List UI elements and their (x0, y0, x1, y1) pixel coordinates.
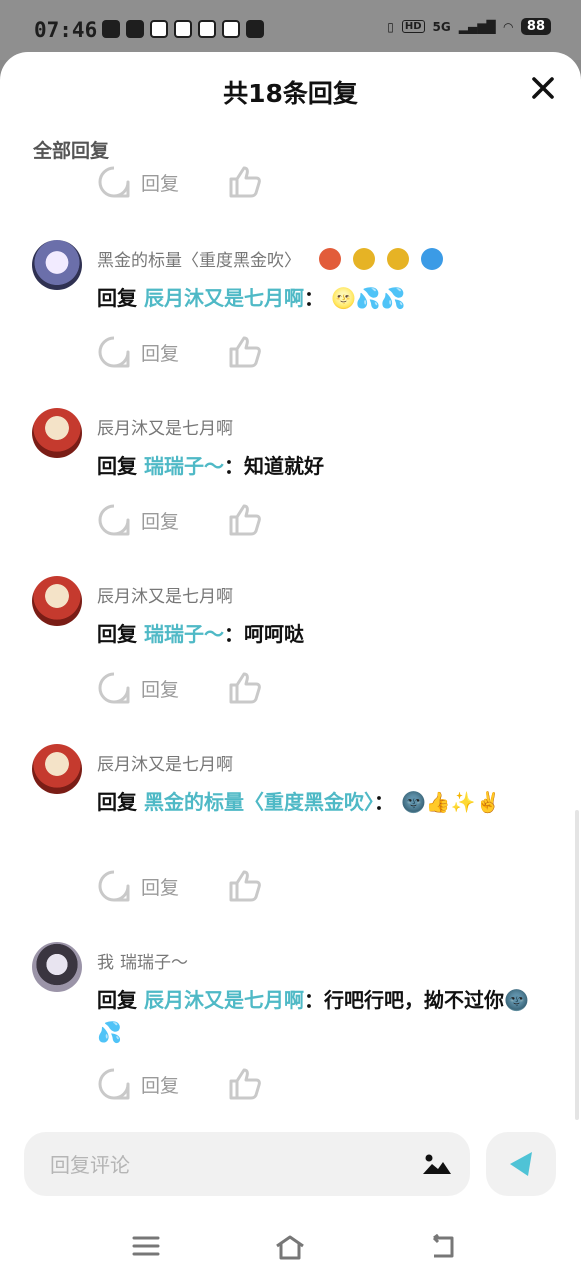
comment-username[interactable]: 我 瑞瑞子～ (97, 948, 188, 973)
thumbs-up-icon (229, 870, 261, 902)
scrollbar[interactable] (575, 810, 579, 1120)
thumbs-up-icon (229, 672, 261, 704)
system-nav-bar (0, 1224, 581, 1280)
comment-bubble-icon (98, 1068, 130, 1100)
comment-actions: 回复 (97, 670, 263, 706)
network-label: 5G (432, 19, 451, 34)
reply-button[interactable]: 回复 (97, 503, 179, 537)
page-title: 共18条回复 (223, 79, 358, 108)
comment-username[interactable]: 辰月沐又是七月啊 (97, 750, 233, 775)
status-time: 07:46 (34, 18, 98, 42)
comment-content: 回复 辰月沐又是七月啊： 🌝💦💦 (97, 286, 406, 310)
send-icon (510, 1152, 532, 1176)
thumbs-up-icon (229, 336, 261, 368)
wechat-icon (102, 20, 120, 38)
send-button[interactable] (486, 1132, 556, 1196)
comment-content: 回复 瑞瑞子～：知道就好 (97, 454, 324, 478)
status-bar: 07:46 ▯ HD 5G ▂▄▆█ ◠ 88 (0, 0, 581, 60)
avatar[interactable] (32, 408, 82, 458)
mention-link[interactable]: 瑞瑞子～ (144, 454, 224, 478)
like-button[interactable] (227, 869, 263, 903)
close-button[interactable] (527, 72, 559, 104)
comment-actions: 回复 (97, 868, 263, 904)
reply-input-box (24, 1132, 470, 1198)
hd-icon: HD (401, 20, 425, 33)
mention-link[interactable]: 瑞瑞子～ (144, 622, 224, 646)
emoji-group: 🌚👍✨✌️ (400, 790, 501, 814)
menu-icon (132, 1236, 160, 1256)
app-notification-icon (198, 20, 216, 38)
reply-button[interactable]: 回复 (97, 869, 179, 903)
comment-content: 回复 瑞瑞子～：呵呵哒 (97, 622, 304, 646)
avatar[interactable] (32, 240, 82, 290)
reply-label: 回复 (141, 876, 180, 899)
comment-actions: 回复 (97, 1066, 263, 1102)
avatar[interactable] (32, 744, 82, 794)
reply-label: 回复 (141, 1074, 180, 1097)
reply-label: 回复 (141, 172, 180, 195)
comment-bubble-icon (98, 504, 130, 536)
reply-label: 回复 (141, 510, 180, 533)
wifi-icon: ◠ (503, 19, 513, 34)
section-label: 全部回复 (33, 140, 110, 162)
comment-bubble-icon (98, 870, 130, 902)
replies-sheet: 共18条回复 全部回复 回复 黑金的标量〈重度黑金吹〉 回复 辰月沐又是七月啊：… (0, 52, 581, 1280)
comment-bubble-icon (98, 166, 130, 198)
vibrate-icon: ▯ (387, 19, 394, 34)
notification-icons (102, 20, 264, 38)
like-button[interactable] (227, 671, 263, 705)
back-button[interactable] (428, 1233, 458, 1264)
medal-icon (319, 247, 341, 270)
me-tag: 我 (97, 953, 114, 973)
reply-button[interactable]: 回复 (97, 165, 179, 199)
image-icon (423, 1154, 451, 1174)
like-button[interactable] (227, 165, 263, 199)
compass-icon (126, 20, 144, 38)
level-badge-icon (421, 247, 443, 270)
app-notification-icon (222, 20, 240, 38)
baidu-icon (174, 20, 192, 38)
comment-content: 回复 辰月沐又是七月啊：行吧行吧，拗不过你🌚💦 (97, 988, 529, 1044)
comment-actions: 回复 (97, 502, 263, 538)
reply-input[interactable] (48, 1132, 392, 1198)
image-button[interactable] (422, 1152, 452, 1180)
thumbs-up-icon (229, 166, 261, 198)
mention-link[interactable]: 辰月沐又是七月啊 (144, 988, 304, 1012)
comment-username[interactable]: 辰月沐又是七月啊 (97, 414, 233, 439)
mention-link[interactable]: 辰月沐又是七月啊 (144, 286, 304, 310)
system-icons: ▯ HD 5G ▂▄▆█ ◠ 88 (387, 18, 551, 35)
reply-button[interactable]: 回复 (97, 335, 179, 369)
like-button[interactable] (227, 1067, 263, 1101)
comment-actions: 回复 (97, 334, 263, 370)
back-icon (432, 1233, 454, 1258)
avatar[interactable] (32, 942, 82, 992)
like-button[interactable] (227, 503, 263, 537)
app-notification-icon (150, 20, 168, 38)
emoji-group: 🌝💦💦 (330, 286, 406, 310)
thumbs-up-icon (229, 504, 261, 536)
media-icon (246, 20, 264, 38)
battery-indicator: 88 (520, 18, 551, 35)
comment-username[interactable]: 辰月沐又是七月啊 (97, 582, 233, 607)
mention-link[interactable]: 黑金的标量〈重度黑金吹〉 (144, 790, 374, 814)
menu-button[interactable] (132, 1234, 160, 1262)
comment-username[interactable]: 黑金的标量〈重度黑金吹〉 (97, 246, 443, 271)
avatar[interactable] (32, 576, 82, 626)
signal-icon: ▂▄▆█ (458, 19, 496, 34)
close-icon (532, 77, 554, 99)
reply-button[interactable]: 回复 (97, 1067, 179, 1101)
comment-actions: 回复 (97, 164, 263, 200)
thumbs-up-icon (229, 1068, 261, 1100)
comment-bubble-icon (98, 672, 130, 704)
like-button[interactable] (227, 335, 263, 369)
home-icon (276, 1235, 304, 1260)
comment-bubble-icon (98, 336, 130, 368)
home-button[interactable] (274, 1234, 306, 1264)
medal-icon (387, 247, 409, 270)
reply-label: 回复 (141, 342, 180, 365)
comment-content: 回复 黑金的标量〈重度黑金吹〉： 🌚👍✨✌️ (97, 790, 501, 814)
reply-label: 回复 (141, 678, 180, 701)
reply-button[interactable]: 回复 (97, 671, 179, 705)
medal-icon (353, 247, 375, 270)
